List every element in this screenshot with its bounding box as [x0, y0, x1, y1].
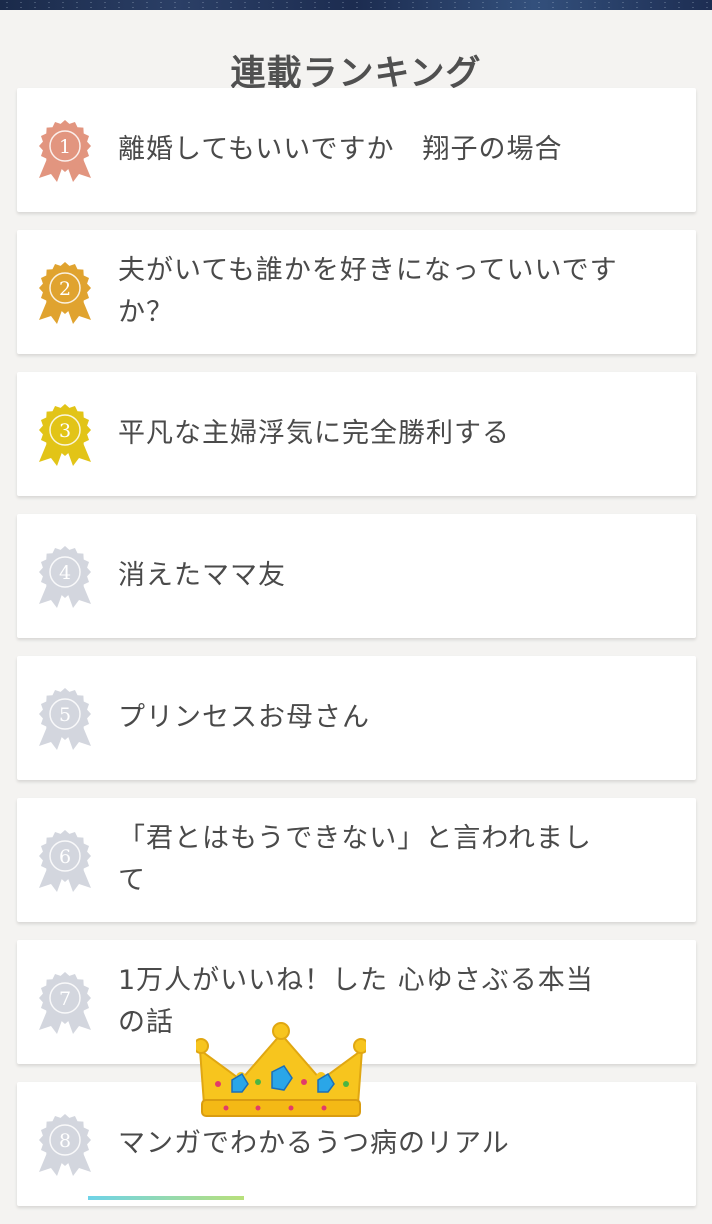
- bottom-banner-edge: [88, 1196, 244, 1200]
- ranking-item-4[interactable]: 4 消えたママ友: [17, 514, 696, 638]
- ranking-item-2[interactable]: 2 夫がいても誰かを好きになっていいですか？: [17, 230, 696, 354]
- rank-number: 7: [59, 988, 71, 1010]
- ranking-item-3[interactable]: 3 平凡な主婦浮気に完全勝利する: [17, 372, 696, 496]
- ranking-item-title: マンガでわかるうつ病のリアル: [118, 1128, 510, 1159]
- rank-number: 8: [59, 1130, 71, 1152]
- rank-6-rosette-icon: 6: [35, 830, 95, 892]
- ranking-item-title: 夫がいても誰かを好きになっていいですか？: [118, 255, 618, 328]
- ranking-item-6[interactable]: 6 「君とはもうできない」と言われまして: [17, 798, 696, 922]
- ranking-item-title: 1万人がいいね！した 心ゆさぶる本当の話: [118, 965, 594, 1038]
- ranking-item-title: 平凡な主婦浮気に完全勝利する: [118, 418, 510, 449]
- ranking-item-1[interactable]: 1 離婚してもいいですか 翔子の場合: [17, 88, 696, 212]
- rank-number: 6: [59, 846, 71, 868]
- rank-4-rosette-icon: 4: [35, 546, 95, 608]
- rank-7-rosette-icon: 7: [35, 972, 95, 1034]
- ranking-item-title: 消えたママ友: [118, 560, 286, 591]
- rank-number: 3: [59, 420, 71, 442]
- rank-number: 5: [59, 704, 71, 726]
- ranking-item-title: プリンセスお母さん: [118, 702, 370, 733]
- crown-icon: [193, 1022, 369, 1122]
- ranking-item-5[interactable]: 5 プリンセスお母さん: [17, 656, 696, 780]
- top-banner-image: [0, 0, 712, 10]
- rank-3-rosette-icon: 3: [35, 404, 95, 466]
- rank-number: 4: [59, 562, 71, 584]
- rank-number: 1: [59, 136, 71, 158]
- ranking-item-title: 「君とはもうできない」と言われまして: [118, 823, 592, 896]
- rank-2-rosette-icon: 2: [35, 262, 95, 324]
- rank-number: 2: [59, 278, 71, 300]
- rank-1-rosette-icon: 1: [35, 120, 95, 182]
- rank-8-rosette-icon: 8: [35, 1114, 95, 1176]
- ranking-item-title: 離婚してもいいですか 翔子の場合: [118, 134, 563, 165]
- rank-5-rosette-icon: 5: [35, 688, 95, 750]
